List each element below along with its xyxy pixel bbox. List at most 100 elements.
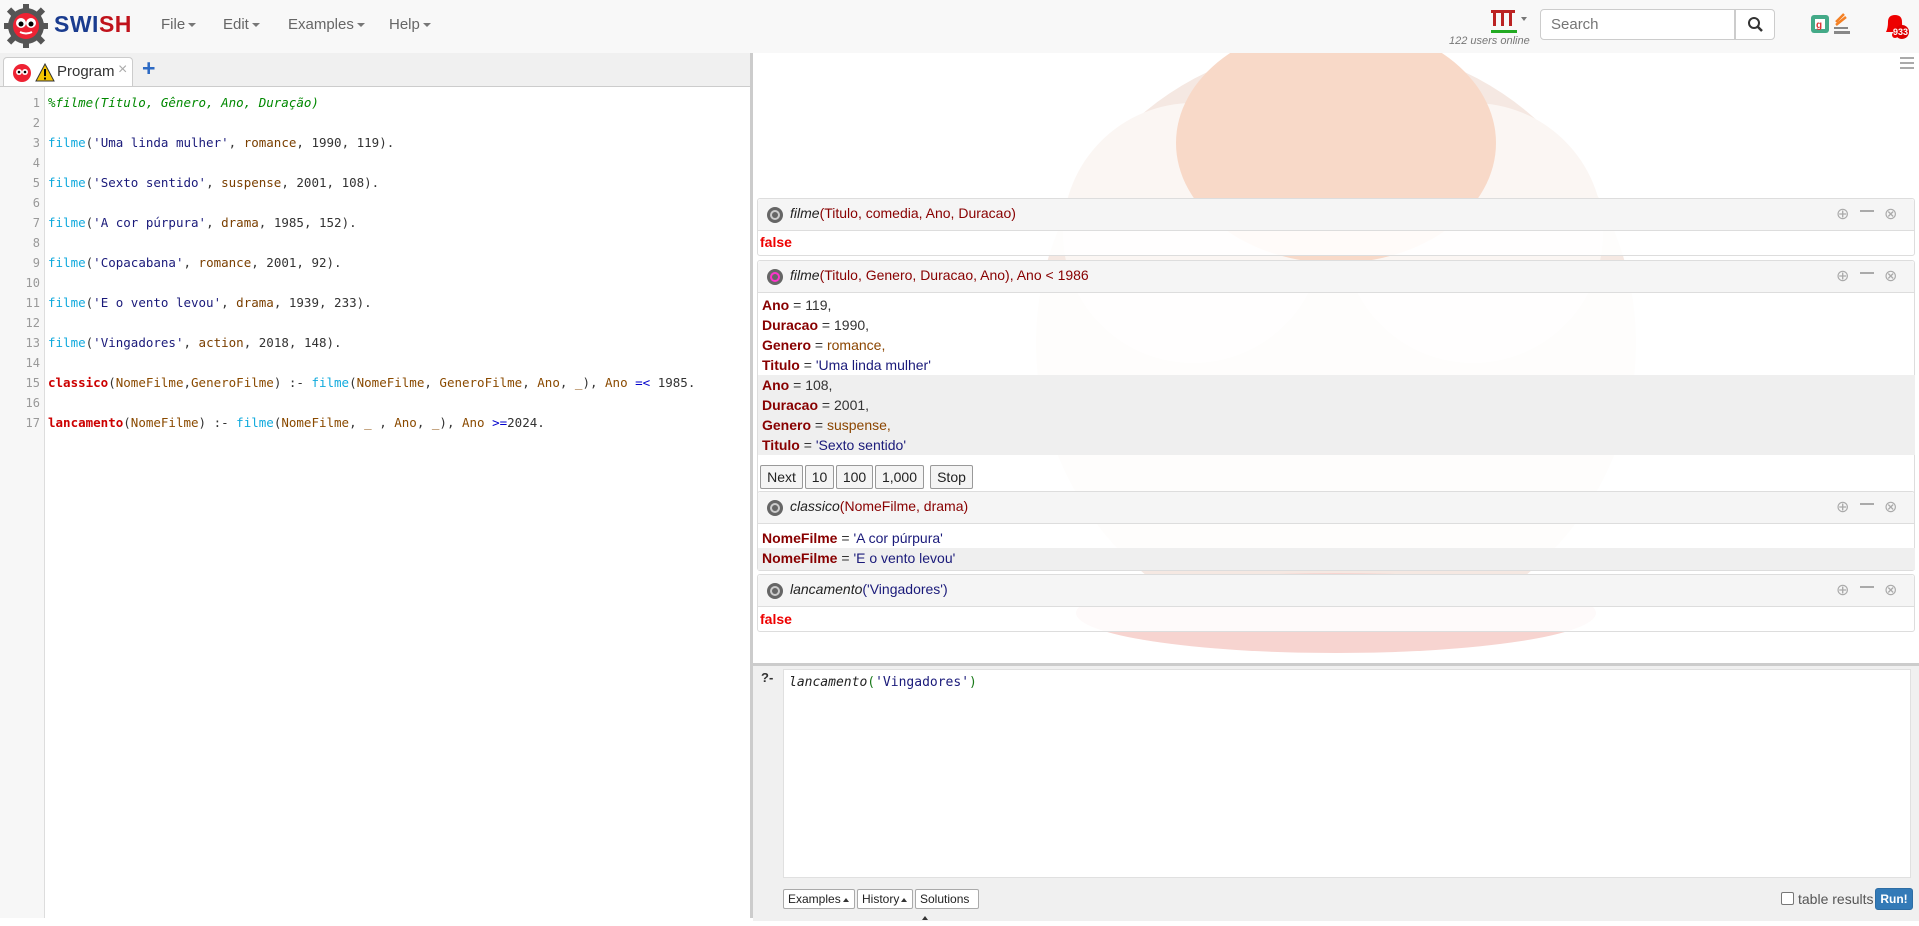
solutions-label: Solutions [920, 892, 970, 906]
examples-button[interactable]: Examples [783, 889, 855, 909]
history-label: History [862, 892, 900, 906]
download-icon[interactable]: ⊕ [1836, 580, 1849, 600]
code-token: 'Uma linda mulher' [93, 135, 229, 150]
code-line[interactable]: lancamento(NomeFilme) :- filme(NomeFilme… [48, 415, 545, 430]
code-line[interactable]: %filme(Título, Gênero, Ano, Duração) [48, 95, 319, 110]
close-icon[interactable]: ⊗ [1884, 497, 1897, 517]
menu-file[interactable]: File [161, 16, 197, 33]
code-line[interactable]: filme('E o vento levou', drama, 1939, 23… [48, 295, 372, 310]
menu-file-label: File [161, 16, 186, 33]
minimize-icon[interactable] [1860, 586, 1874, 588]
history-button[interactable]: History [857, 889, 913, 909]
download-icon[interactable]: ⊕ [1836, 204, 1849, 224]
code-token: 92 [311, 255, 327, 270]
code-token: =< [627, 375, 651, 390]
code-token: , [371, 415, 395, 430]
run-button[interactable]: Run! [1875, 888, 1913, 910]
google-stackoverflow-icon[interactable]: g [1810, 12, 1852, 38]
brand-title[interactable]: SWISH [54, 11, 132, 38]
swish-logo-icon[interactable] [4, 4, 48, 48]
close-icon[interactable]: × [118, 61, 127, 79]
answer-query: filme(Titulo, comedia, Ano, Duracao) [790, 205, 1016, 221]
download-icon[interactable]: ⊕ [1836, 497, 1849, 517]
binding-row: Ano = 108, [762, 377, 833, 393]
menu-icon[interactable] [1900, 57, 1914, 72]
code-token: filme [48, 215, 86, 230]
tab-program[interactable]: Program × [3, 57, 133, 86]
binding-var: Genero [762, 337, 812, 353]
code-token: 'Copacabana' [93, 255, 184, 270]
search-button[interactable] [1735, 9, 1775, 40]
answer-4: lancamento('Vingadores') ⊕ ⊗ false [757, 574, 1915, 632]
code-token: filme [311, 375, 350, 390]
code-token: , [228, 135, 244, 150]
minimize-icon[interactable] [1860, 210, 1874, 212]
menu-examples[interactable]: Examples [288, 16, 365, 33]
gear-icon [767, 583, 783, 599]
binding-row: Duracao = 2001, [762, 397, 870, 413]
code-token: filme [48, 175, 86, 190]
line-number: 14 [25, 356, 40, 370]
line-number: 6 [32, 196, 40, 210]
code-line[interactable]: filme('A cor púrpura', drama, 1985, 152)… [48, 215, 357, 230]
table-results-checkbox[interactable] [1781, 892, 1794, 905]
code-token: 1985 [273, 215, 304, 230]
code-token: drama [236, 295, 274, 310]
line-number: 16 [25, 396, 40, 410]
solutions-button[interactable]: Solutions [915, 889, 979, 920]
download-icon[interactable]: ⊕ [1836, 266, 1849, 286]
binding-value: 'E o vento levou' [853, 550, 956, 566]
code-line[interactable]: filme('Sexto sentido', suspense, 2001, 1… [48, 175, 379, 190]
code-token: , [318, 295, 335, 310]
binding-var: Duracao [762, 397, 819, 413]
minimize-icon[interactable] [1860, 503, 1874, 505]
users-online-icon[interactable] [1489, 8, 1531, 34]
add-tab-button[interactable]: + [142, 55, 155, 82]
next-1000-button[interactable]: 1,000 [875, 465, 924, 489]
warning-icon [35, 63, 55, 82]
minimize-icon[interactable] [1860, 272, 1874, 274]
code-token: , [273, 295, 289, 310]
table-results-toggle[interactable]: table results [1781, 891, 1873, 907]
line-number: 11 [25, 296, 40, 310]
code-line[interactable]: classico(NomeFilme,GeneroFilme) :- filme… [48, 375, 695, 390]
next-10-button[interactable]: 10 [805, 465, 834, 489]
code-token: ) :- [198, 415, 237, 430]
code-token: , [206, 175, 222, 190]
query-args: (Titulo, Genero, Duracao, Ano), Ano < 19… [819, 267, 1089, 283]
line-number: 12 [25, 316, 40, 330]
line-number: 2 [32, 116, 40, 130]
next-button[interactable]: Next [760, 465, 803, 489]
code-token: NomeFilme [130, 415, 199, 430]
query-args: (Titulo, comedia, Ano, Duracao) [819, 205, 1016, 221]
line-number: 9 [32, 256, 40, 270]
code-token: NomeFilme [115, 375, 184, 390]
code-line[interactable]: filme('Copacabana', romance, 2001, 92). [48, 255, 342, 270]
answer-query-header: filme(Titulo, comedia, Ano, Duracao) ⊕ ⊗ [758, 199, 1914, 231]
close-icon[interactable]: ⊗ [1884, 580, 1897, 600]
chevron-down-icon [251, 23, 260, 28]
code-token: ), [582, 375, 606, 390]
search-input[interactable] [1540, 9, 1735, 40]
answer-1: filme(Titulo, comedia, Ano, Duracao) ⊕ ⊗… [757, 198, 1915, 256]
answer-3: classico(NomeFilme, drama) ⊕ ⊗ NomeFilme… [757, 491, 1915, 571]
query-input[interactable]: lancamento('Vingadores') [783, 669, 1911, 878]
line-number: 7 [32, 216, 40, 230]
answer-false: false [760, 611, 792, 627]
line-number: 3 [32, 136, 40, 150]
query-predicate: lancamento [789, 675, 868, 690]
chevron-down-icon [422, 23, 431, 28]
line-number: 15 [25, 376, 40, 390]
answer-controls: ⊕ ⊗ [1836, 204, 1906, 224]
code-line[interactable]: filme('Vingadores', action, 2018, 148). [48, 335, 342, 350]
binding-row: Duracao = 1990, [762, 317, 870, 333]
stop-button[interactable]: Stop [930, 465, 973, 489]
close-icon[interactable]: ⊗ [1884, 204, 1897, 224]
menu-help[interactable]: Help [389, 16, 431, 33]
solution-alt-bg [758, 375, 1915, 455]
menu-edit[interactable]: Edit [223, 16, 260, 33]
code-line[interactable]: filme('Uma linda mulher', romance, 1990,… [48, 135, 394, 150]
next-100-button[interactable]: 100 [836, 465, 873, 489]
query-editor: ?- lancamento('Vingadores') Examples His… [753, 663, 1919, 921]
close-icon[interactable]: ⊗ [1884, 266, 1897, 286]
